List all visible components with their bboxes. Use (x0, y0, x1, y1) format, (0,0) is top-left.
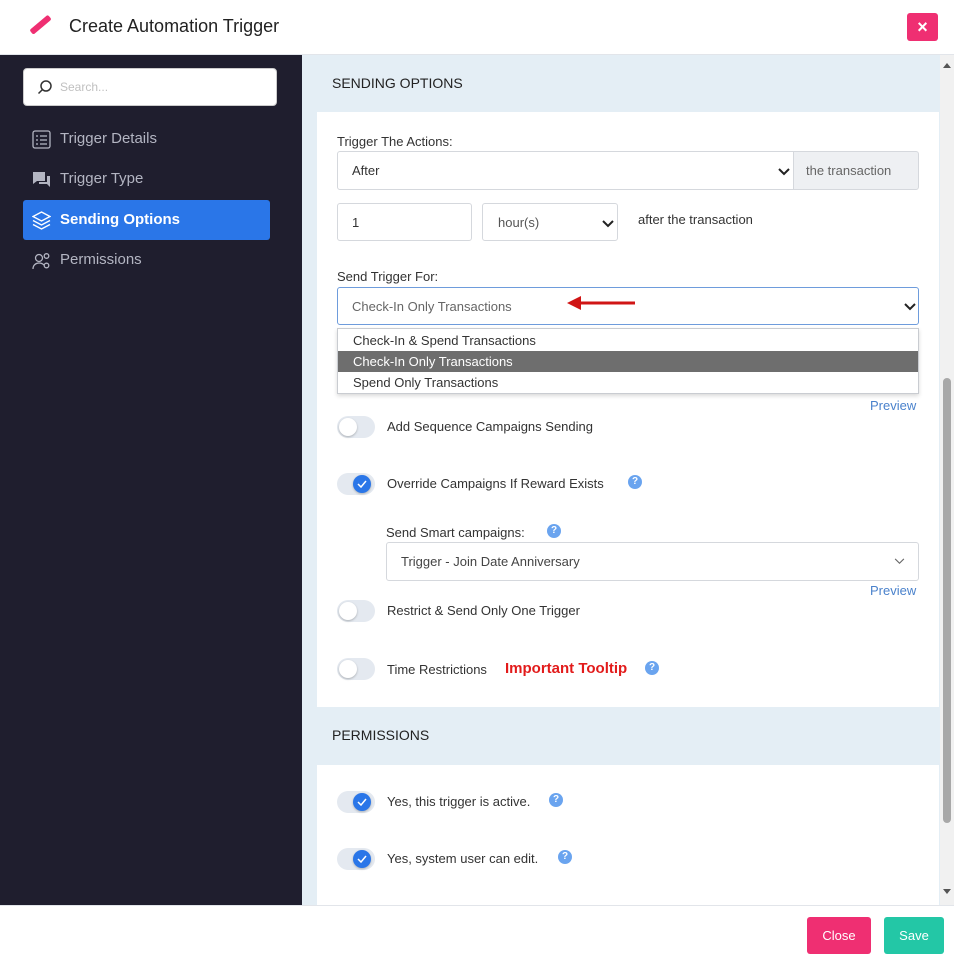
dropdown-option[interactable]: Spend Only Transactions (338, 372, 918, 393)
transaction-addon: the transaction (793, 151, 919, 190)
after-transaction-text: after the transaction (638, 212, 753, 227)
sidebar-item-label: Permissions (60, 251, 142, 268)
trigger-active-toggle[interactable] (337, 791, 375, 813)
modal-header: Create Automation Trigger × (0, 0, 954, 55)
modal-title: Create Automation Trigger (69, 16, 280, 36)
user-gear-icon (32, 253, 50, 270)
toggle-knob (339, 602, 357, 620)
toggle-knob (353, 850, 371, 868)
scroll-down-arrow-icon[interactable] (943, 889, 951, 894)
sidebar-item-label: Trigger Type (60, 170, 144, 187)
amount-input[interactable]: 1 (337, 203, 472, 241)
override-campaigns-label: Override Campaigns If Reward Exists (387, 476, 604, 491)
chat-icon (33, 172, 50, 187)
toggle-knob (353, 475, 371, 493)
scrollbar[interactable] (940, 55, 954, 905)
preview-link[interactable]: Preview (870, 583, 916, 598)
override-campaigns-toggle[interactable] (337, 473, 375, 495)
help-icon[interactable]: ? (628, 475, 642, 489)
input-value: 1 (352, 215, 360, 230)
add-sequence-label: Add Sequence Campaigns Sending (387, 419, 593, 434)
important-tooltip-annotation: Important Tooltip (505, 660, 628, 677)
sidebar-item-permissions[interactable]: Permissions (23, 240, 270, 280)
permissions-card (317, 765, 939, 905)
sidebar-item-sending-options[interactable]: Sending Options (23, 200, 270, 240)
trigger-actions-label: Trigger The Actions: (337, 134, 453, 149)
modal-footer: Close Save (0, 905, 954, 964)
section-header-sending-options: SENDING OPTIONS (302, 55, 940, 113)
search-input[interactable] (60, 77, 260, 97)
scrollbar-thumb[interactable] (943, 378, 951, 823)
restrict-one-trigger-label: Restrict & Send Only One Trigger (387, 603, 580, 618)
check-icon (357, 855, 367, 863)
trigger-actions-select[interactable]: After (337, 151, 794, 190)
smart-campaigns-label: Send Smart campaigns: (386, 525, 525, 540)
search-icon (37, 80, 52, 95)
trigger-active-label: Yes, this trigger is active. (387, 794, 531, 809)
chevron-down-icon (904, 303, 916, 311)
search-box[interactable] (23, 68, 277, 106)
close-button[interactable]: Close (807, 917, 871, 954)
restrict-one-trigger-toggle[interactable] (337, 600, 375, 622)
user-can-edit-label: Yes, system user can edit. (387, 851, 539, 866)
layers-icon (32, 211, 51, 230)
time-restrictions-toggle[interactable] (337, 658, 375, 680)
pencil-icon (30, 15, 51, 34)
chevron-down-icon (778, 168, 790, 176)
check-icon (357, 798, 367, 806)
help-icon[interactable]: ? (645, 661, 659, 675)
select-value: Check-In Only Transactions (352, 299, 512, 314)
section-title: PERMISSIONS (332, 727, 430, 743)
select-value: Trigger - Join Date Anniversary (401, 554, 580, 569)
red-arrow-annotation (567, 296, 635, 310)
help-icon[interactable]: ? (549, 793, 563, 807)
send-for-dropdown-list: Check-In & Spend Transactions Check-In O… (337, 328, 919, 394)
help-icon[interactable]: ? (547, 524, 561, 538)
send-for-label: Send Trigger For: (337, 269, 439, 284)
close-x-button[interactable]: × (907, 13, 938, 41)
toggle-knob (339, 660, 357, 678)
help-icon[interactable]: ? (558, 850, 572, 864)
dropdown-option[interactable]: Check-In & Spend Transactions (338, 330, 918, 351)
scroll-up-arrow-icon[interactable] (943, 63, 951, 68)
sidebar: Trigger Details Trigger Type Sending Opt… (0, 55, 302, 905)
section-title: SENDING OPTIONS (332, 75, 463, 91)
time-restrictions-label: Time Restrictions (387, 662, 487, 677)
user-can-edit-toggle[interactable] (337, 848, 375, 870)
add-sequence-toggle[interactable] (337, 416, 375, 438)
sidebar-item-label: Trigger Details (60, 130, 157, 147)
save-button[interactable]: Save (884, 917, 944, 954)
sidebar-item-trigger-type[interactable]: Trigger Type (23, 159, 270, 199)
list-icon (32, 130, 51, 149)
chevron-down-icon (894, 558, 905, 565)
unit-select[interactable]: hour(s) (482, 203, 618, 241)
check-icon (357, 480, 367, 488)
toggle-knob (353, 793, 371, 811)
select-value: hour(s) (498, 215, 540, 230)
sidebar-item-label: Sending Options (60, 211, 180, 228)
sidebar-item-trigger-details[interactable]: Trigger Details (23, 119, 270, 159)
toggle-knob (339, 418, 357, 436)
section-header-permissions: PERMISSIONS (302, 707, 940, 765)
chevron-down-icon (602, 220, 614, 228)
smart-campaigns-select[interactable]: Trigger - Join Date Anniversary (386, 542, 919, 581)
dropdown-option-selected[interactable]: Check-In Only Transactions (338, 351, 918, 372)
select-value: After (352, 163, 380, 178)
preview-link[interactable]: Preview (870, 398, 916, 413)
addon-text: the transaction (806, 163, 892, 178)
